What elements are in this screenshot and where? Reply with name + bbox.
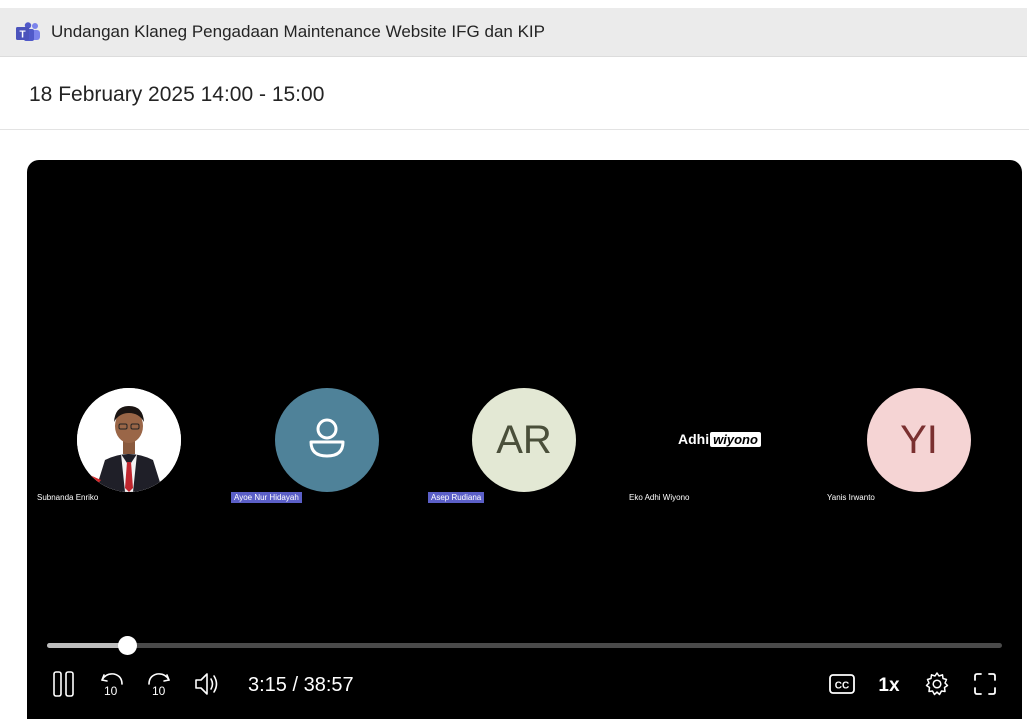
rewind-10-icon: 10: [97, 670, 127, 702]
playback-speed-button[interactable]: 1x: [874, 670, 904, 702]
fullscreen-icon: [973, 672, 997, 701]
logo-text: Adhi: [678, 431, 710, 447]
participant-name: Subnanda Enriko: [37, 493, 99, 502]
logo-text-box: wiyono: [710, 431, 761, 447]
participant-avatar: YI: [867, 388, 971, 492]
window-title: Undangan Klaneg Pengadaan Maintenance We…: [51, 22, 545, 41]
rewind-10-label: 10: [104, 684, 118, 698]
rewind-10-button[interactable]: 10: [97, 670, 127, 702]
participant-name: Eko Adhi Wiyono: [629, 493, 690, 502]
svg-text:T: T: [19, 30, 25, 41]
participant-logo: Adhi wiyono: [678, 431, 761, 447]
svg-text:CC: CC: [835, 680, 849, 691]
playback-speed: 1x: [878, 675, 900, 696]
participant-avatar: AR: [472, 388, 576, 492]
title-bar: T Undangan Klaneg Pengadaan Maintenance …: [0, 8, 1027, 57]
progress-fill: [47, 643, 128, 648]
volume-button[interactable]: [192, 670, 222, 702]
video-player[interactable]: Subnanda Enriko Ayoe Nur Hidayah AR Asep…: [27, 160, 1022, 719]
captions-icon: CC: [828, 673, 856, 700]
pause-button[interactable]: [50, 670, 78, 702]
forward-10-icon: 10: [144, 670, 174, 702]
participant-initials: YI: [900, 417, 938, 462]
progress-bar[interactable]: [47, 636, 1002, 655]
participant-name: Asep Rudiana: [428, 492, 485, 503]
settings-button[interactable]: [922, 670, 952, 702]
participant-name: Ayoe Nur Hidayah: [231, 492, 302, 503]
fullscreen-button[interactable]: [970, 670, 1000, 702]
time-display: 3:15 / 38:57: [248, 674, 354, 696]
forward-10-button[interactable]: 10: [144, 670, 174, 702]
participant-name: Yanis Irwanto: [827, 493, 875, 502]
captions-button[interactable]: CC: [827, 670, 857, 702]
meeting-datetime: 18 February 2025 14:00 - 15:00: [29, 83, 325, 106]
teams-icon: T: [15, 21, 41, 43]
pause-icon: [52, 670, 76, 702]
participant-avatar: [275, 388, 379, 492]
volume-icon: [193, 671, 221, 702]
meeting-header: 18 February 2025 14:00 - 15:00: [0, 57, 1029, 130]
person-icon: [307, 416, 347, 465]
participant-initials: AR: [496, 417, 552, 462]
forward-10-label: 10: [152, 684, 166, 698]
settings-icon: [924, 671, 950, 702]
progress-thumb[interactable]: [118, 636, 138, 655]
participant-avatar-photo: [77, 388, 181, 492]
